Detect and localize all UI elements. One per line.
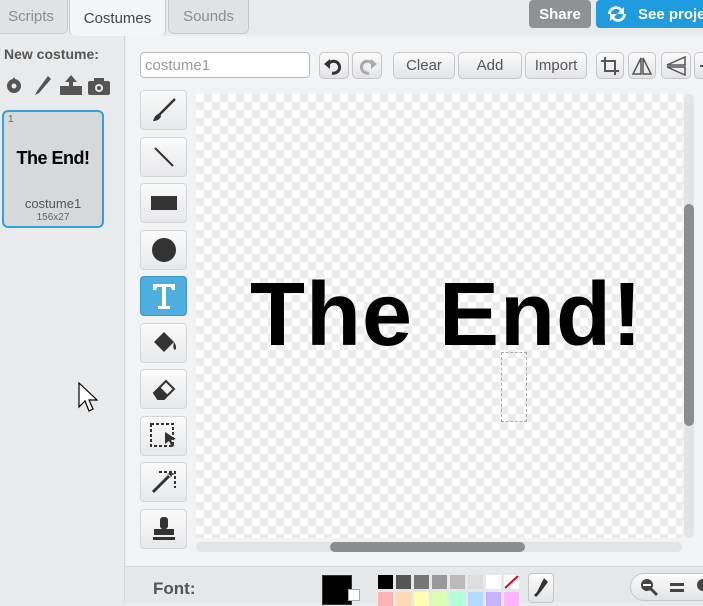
magic-wand-icon bbox=[151, 470, 176, 494]
eyedropper-button[interactable] bbox=[528, 573, 554, 603]
camera-icon[interactable] bbox=[87, 74, 110, 98]
flip-horizontal-icon bbox=[631, 57, 653, 75]
palette-color-13[interactable] bbox=[468, 592, 483, 606]
costume-sidebar: New costume: 1 The End! costume1 156x27 bbox=[0, 36, 125, 602]
tool-palette bbox=[140, 90, 188, 555]
tab-scripts[interactable]: Scripts bbox=[0, 0, 68, 34]
select-icon bbox=[149, 422, 176, 447]
flip-vertical-button[interactable] bbox=[661, 52, 691, 79]
set-costume-center-button[interactable] bbox=[694, 52, 703, 79]
horizontal-scrollbar[interactable] bbox=[196, 542, 682, 552]
add-button[interactable]: Add bbox=[458, 52, 522, 79]
select-tool[interactable] bbox=[140, 415, 187, 456]
undo-icon bbox=[324, 58, 342, 75]
eraser-icon bbox=[152, 379, 175, 400]
eraser-tool[interactable] bbox=[140, 369, 187, 409]
zoom-in-icon[interactable] bbox=[695, 577, 703, 597]
costume-preview: The End! bbox=[16, 148, 91, 168]
palette-color-7[interactable] bbox=[504, 575, 519, 589]
see-project-label: See proje bbox=[638, 5, 703, 23]
stamp-icon bbox=[152, 516, 175, 540]
palette-color-3[interactable] bbox=[432, 575, 447, 589]
rectangle-tool[interactable] bbox=[140, 183, 187, 223]
text-edit-box[interactable] bbox=[501, 352, 527, 422]
crop-button[interactable] bbox=[596, 52, 624, 79]
tab-costumes[interactable]: Costumes bbox=[69, 0, 166, 36]
brush-tool[interactable] bbox=[140, 90, 187, 130]
eyedropper-icon bbox=[534, 578, 548, 597]
canvas-text[interactable]: The End! bbox=[250, 270, 643, 360]
costume-size: 156x27 bbox=[36, 212, 70, 223]
zoom-controls bbox=[630, 573, 703, 601]
redo-button[interactable] bbox=[352, 52, 382, 79]
costume-number: 1 bbox=[8, 114, 14, 125]
palette-color-14[interactable] bbox=[486, 592, 501, 606]
import-button[interactable]: Import bbox=[525, 52, 587, 79]
brush-icon bbox=[152, 98, 176, 121]
clear-button[interactable]: Clear bbox=[393, 52, 455, 79]
line-tool[interactable] bbox=[140, 136, 187, 177]
palette-color-2[interactable] bbox=[414, 575, 429, 589]
palette-color-6[interactable] bbox=[486, 575, 501, 589]
secondary-color-swatch[interactable] bbox=[348, 589, 360, 601]
text-icon bbox=[152, 284, 175, 309]
paint-icon[interactable] bbox=[31, 74, 53, 98]
tab-sounds[interactable]: Sounds bbox=[168, 0, 249, 34]
ellipse-tool[interactable] bbox=[140, 229, 187, 270]
rectangle-icon bbox=[150, 196, 177, 210]
flip-vertical-icon bbox=[666, 55, 686, 76]
paint-editor: Clear Add Import bbox=[126, 36, 703, 606]
fill-tool[interactable] bbox=[140, 322, 187, 363]
font-label: Font: bbox=[153, 579, 196, 598]
text-tool[interactable] bbox=[140, 276, 187, 316]
palette-color-1[interactable] bbox=[396, 575, 411, 589]
palette-color-11[interactable] bbox=[432, 592, 447, 606]
paint-canvas[interactable]: The End! bbox=[196, 94, 682, 538]
new-costume-label: New costume: bbox=[4, 46, 99, 62]
palette-color-12[interactable] bbox=[450, 592, 465, 606]
stamp-tool[interactable] bbox=[140, 508, 187, 549]
tab-bar: Scripts Costumes Sounds Share See proje bbox=[0, 0, 703, 36]
crop-icon bbox=[601, 56, 619, 75]
share-button[interactable]: Share bbox=[529, 0, 591, 28]
sync-icon bbox=[608, 6, 626, 22]
zoom-out-icon[interactable] bbox=[639, 577, 659, 597]
palette-color-8[interactable] bbox=[378, 592, 393, 606]
upload-icon[interactable] bbox=[59, 74, 82, 98]
palette-color-10[interactable] bbox=[414, 592, 429, 606]
vertical-scrollbar[interactable] bbox=[684, 94, 694, 538]
palette-color-9[interactable] bbox=[396, 592, 411, 606]
zoom-reset-icon[interactable] bbox=[669, 580, 685, 594]
undo-button[interactable] bbox=[319, 52, 349, 79]
flip-horizontal-button[interactable] bbox=[628, 52, 656, 79]
color-palette bbox=[378, 575, 519, 606]
new-costume-icons bbox=[3, 74, 110, 98]
palette-color-4[interactable] bbox=[450, 575, 465, 589]
costume-thumbnail[interactable]: 1 The End! costume1 156x27 bbox=[2, 110, 104, 228]
vertical-scroll-thumb[interactable] bbox=[684, 204, 694, 426]
choose-costume-icon[interactable] bbox=[3, 74, 25, 98]
see-project-page-button[interactable]: See proje bbox=[596, 0, 703, 28]
palette-color-0[interactable] bbox=[378, 575, 393, 589]
costume-name-input[interactable] bbox=[140, 52, 310, 78]
bottom-toolbar: Font: bbox=[126, 566, 703, 606]
palette-color-15[interactable] bbox=[504, 592, 519, 606]
line-icon bbox=[153, 146, 174, 167]
remove-background-tool[interactable] bbox=[140, 462, 187, 502]
mouse-cursor-icon bbox=[78, 382, 98, 412]
costume-name: costume1 bbox=[24, 196, 82, 211]
horizontal-scroll-thumb[interactable] bbox=[330, 542, 525, 552]
ellipse-icon bbox=[151, 237, 176, 262]
redo-icon bbox=[359, 58, 377, 75]
palette-color-5[interactable] bbox=[468, 575, 483, 589]
paint-bucket-icon bbox=[153, 331, 176, 352]
